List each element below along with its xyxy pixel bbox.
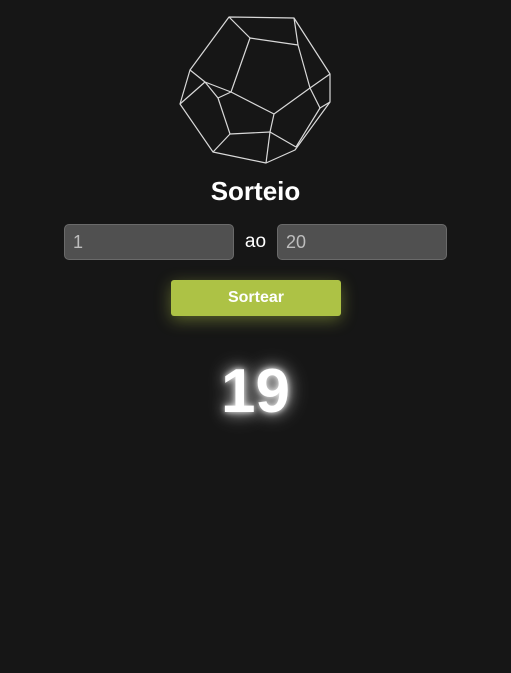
dodecahedron-icon xyxy=(179,16,331,164)
range-separator-label: ao xyxy=(244,231,267,252)
draw-button[interactable]: Sortear xyxy=(171,280,341,316)
max-number-input[interactable] xyxy=(277,224,447,260)
range-selector: ao xyxy=(64,224,448,260)
app-page: Sorteio ao Sortear 19 xyxy=(0,0,511,673)
page-title: Sorteio xyxy=(210,176,301,206)
min-number-input[interactable] xyxy=(64,224,234,260)
draw-result: 19 xyxy=(221,357,290,426)
